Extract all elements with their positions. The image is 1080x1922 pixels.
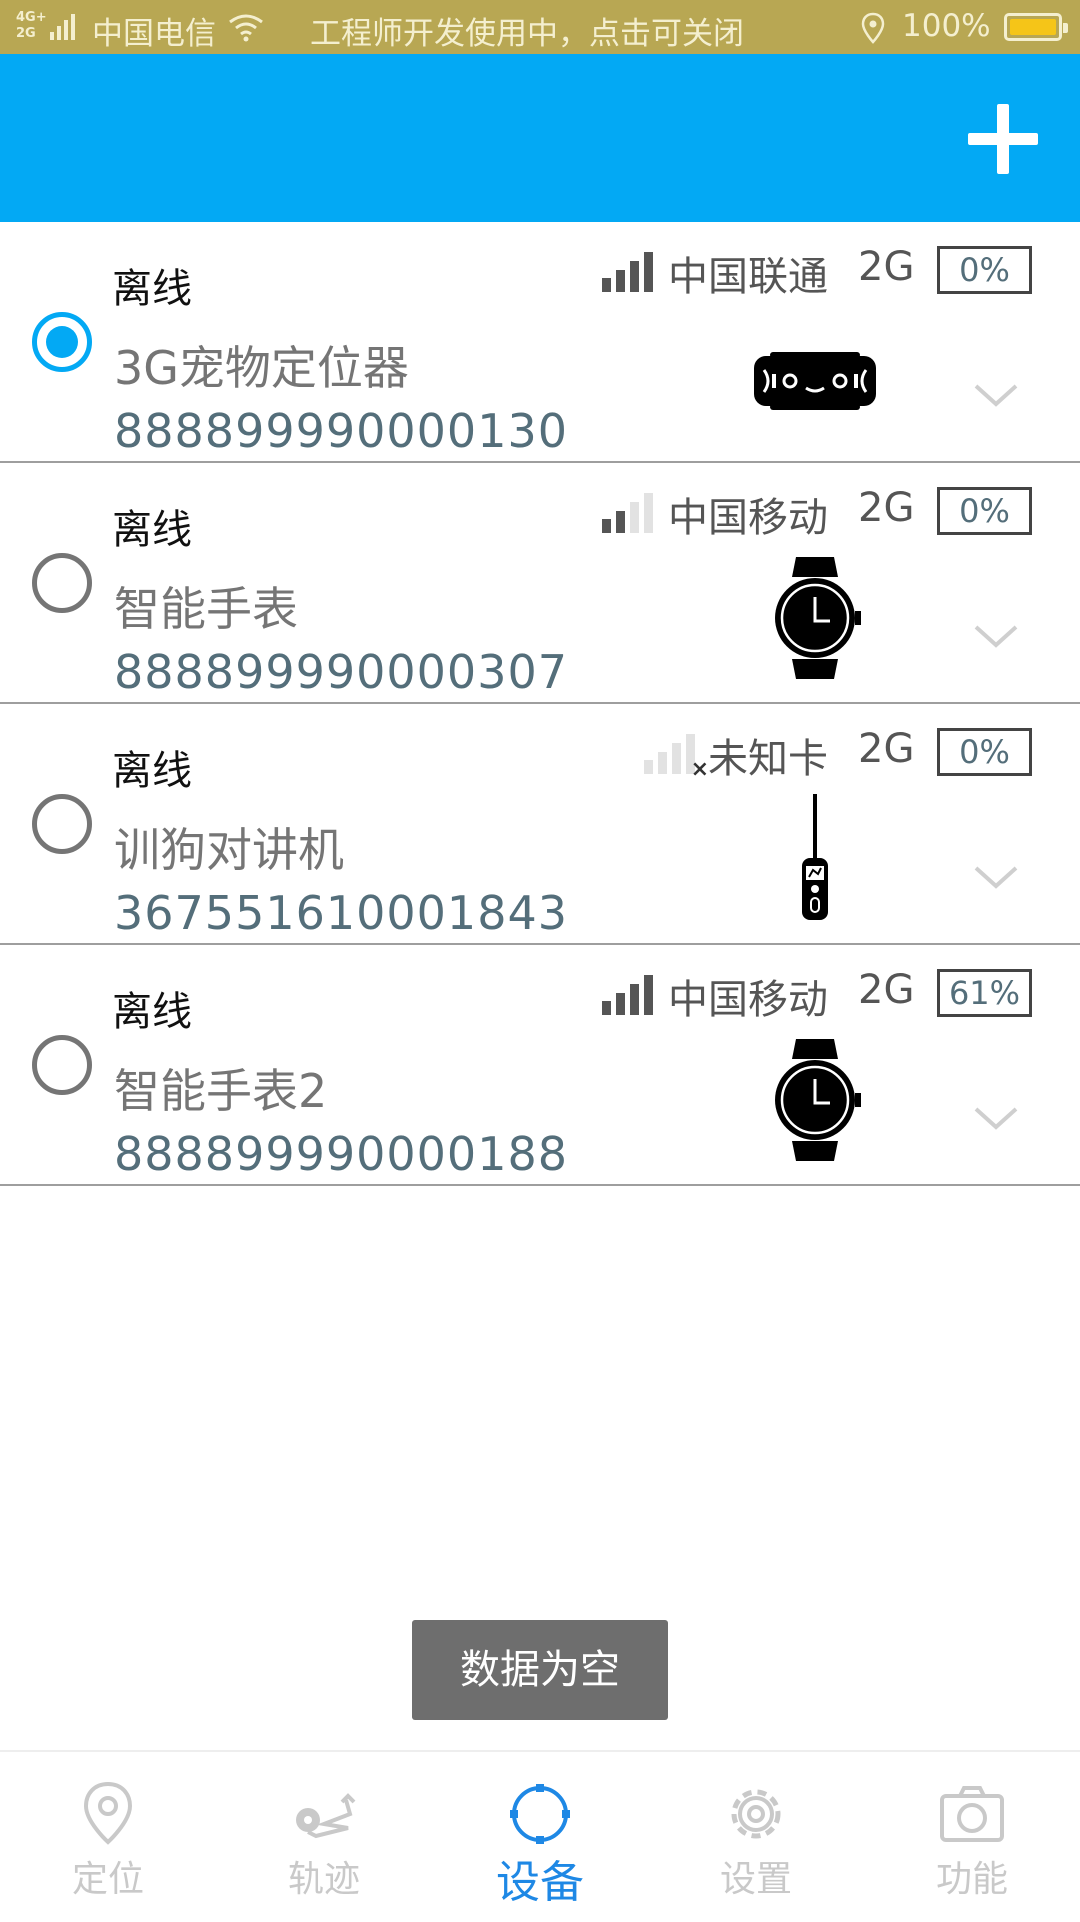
device-status: 离线 [112,266,192,312]
device-id: 888899990000307 [114,645,568,699]
nav-item-track[interactable]: 轨迹 [216,1752,432,1922]
chevron-down-icon[interactable] [972,1105,1020,1133]
device-carrier: 中国移动 [668,495,828,541]
select-radio[interactable] [32,794,92,854]
signal-icon [50,14,75,40]
device-row[interactable]: 离线 3G宠物定位器 888899990000130 中国联通 2G 0% [0,222,1080,463]
device-status: 离线 [112,507,192,553]
signal-strength-icon [602,252,653,292]
device-row[interactable]: 离线 智能手表2 888899990000188 中国移动 2G 61% [0,945,1080,1186]
wifi-icon [229,14,263,42]
battery-icon [1004,13,1068,41]
status-bar: 4G+ 2G 中国电信 工程师开发使用中，点击可关闭 100% [0,0,1080,54]
device-name: 训狗对讲机 [114,823,344,877]
nav-item-devices[interactable]: 设备 [432,1752,648,1922]
device-network: 2G [858,967,915,1013]
smartwatch-icon [775,1039,861,1161]
nav-label: 设置 [719,1859,792,1900]
select-radio[interactable] [32,1035,92,1095]
device-name: 3G宠物定位器 [114,341,409,395]
device-battery: 61% [937,969,1032,1017]
bottom-nav: 定位 轨迹 设备 设置 功能 [0,1750,1080,1920]
empty-data-toast: 数据为空 [412,1620,668,1720]
status-carrier: 中国电信 [92,16,216,52]
device-network: 2G [858,244,915,290]
pet-collar-icon [754,352,876,410]
location-pin-icon [83,1781,133,1845]
device-circle-icon [510,1784,570,1844]
nav-label: 功能 [935,1859,1008,1900]
device-name: 智能手表 [114,582,298,636]
signal-strength-icon [602,975,653,1015]
nav-label: 定位 [71,1859,144,1900]
device-battery: 0% [937,246,1032,294]
nav-label: 轨迹 [287,1859,360,1900]
battery-percent: 100% [902,8,991,44]
device-row[interactable]: 离线 训狗对讲机 367551610001843 × 未知卡 2G 0% [0,704,1080,945]
app-header [0,54,1080,222]
nav-label: 设备 [496,1857,584,1908]
device-network: 2G [858,485,915,531]
chevron-down-icon[interactable] [972,382,1020,410]
device-list: 离线 3G宠物定位器 888899990000130 中国联通 2G 0% 离线… [0,222,1080,1186]
device-network: 2G [858,726,915,772]
chevron-down-icon[interactable] [972,864,1020,892]
device-battery: 0% [937,487,1032,535]
smartwatch-icon [775,557,861,679]
device-name: 智能手表2 [114,1064,328,1118]
add-device-button[interactable] [968,104,1038,174]
no-signal-icon: × [644,734,709,782]
device-row[interactable]: 离线 智能手表 888899990000307 中国移动 2G 0% [0,463,1080,704]
network-type: 4G+ 2G [16,10,47,41]
nav-item-settings[interactable]: 设置 [648,1752,864,1922]
device-carrier: 中国联通 [668,254,828,300]
developer-notice[interactable]: 工程师开发使用中，点击可关闭 [310,8,744,53]
walkie-talkie-icon [802,794,828,920]
device-id: 367551610001843 [114,886,568,940]
nav-item-location[interactable]: 定位 [0,1752,216,1922]
device-carrier: 中国移动 [668,977,828,1023]
device-carrier: 未知卡 [708,736,828,782]
device-status: 离线 [112,748,192,794]
chevron-down-icon[interactable] [972,623,1020,651]
select-radio[interactable] [32,312,92,372]
signal-strength-icon [602,493,653,533]
select-radio[interactable] [32,553,92,613]
device-status: 离线 [112,989,192,1035]
gear-icon [731,1789,781,1839]
location-pin-icon [861,12,885,44]
camera-icon [940,1786,1004,1842]
device-id: 888899990000188 [114,1127,568,1181]
device-battery: 0% [937,728,1032,776]
nav-item-functions[interactable]: 功能 [864,1752,1080,1922]
device-id: 888899990000130 [114,404,568,458]
track-icon [296,1793,356,1839]
